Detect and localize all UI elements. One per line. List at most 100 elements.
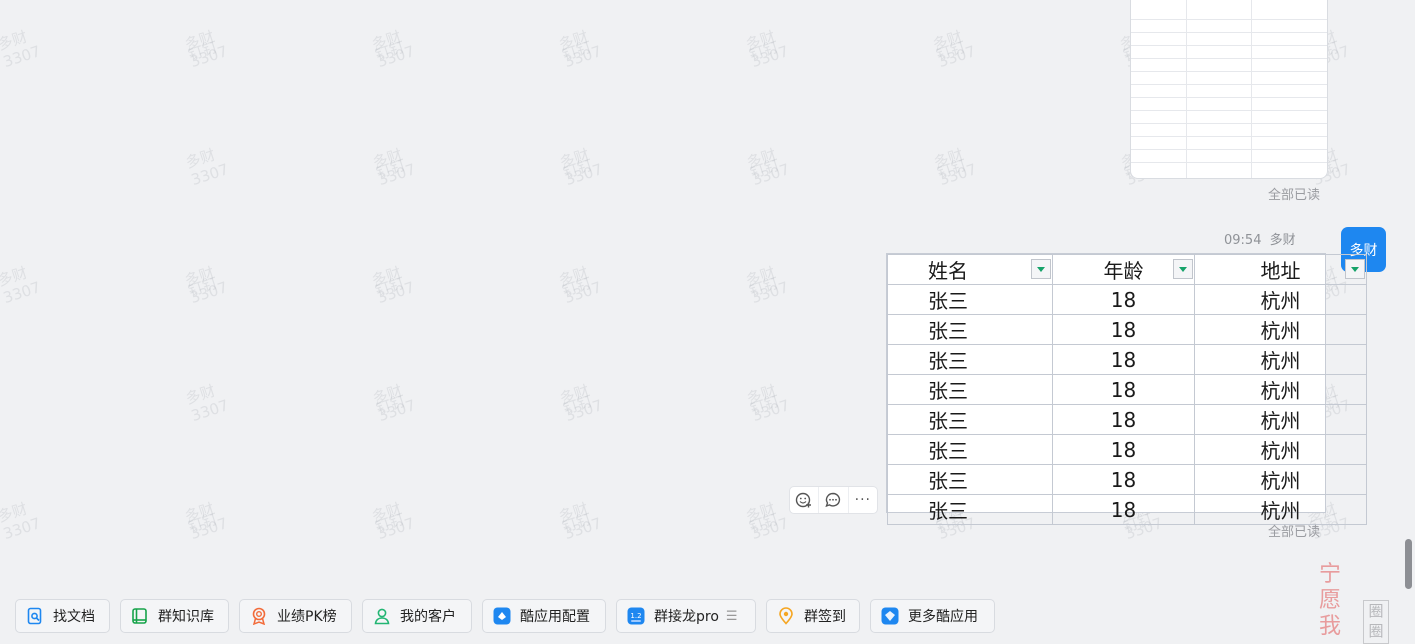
watermark-name-code: 多财 3307 (183, 145, 231, 190)
tool-find-doc-button[interactable]: 找文档 (15, 599, 110, 633)
tool-label: 群签到 (804, 609, 846, 625)
watermark-brand: 钉钉 (746, 37, 782, 65)
table-cell: 张三 (887, 494, 1053, 525)
spreadsheet-message-card[interactable]: 姓名 年龄 地址 张三 18 杭州 张三 18 杭州 张三 18 杭州 张三 18 杭州 张三 18 杭州张… (886, 253, 1367, 525)
watermark-name-code: 多财 3307 (556, 499, 604, 544)
sheet-grid-line (1131, 58, 1327, 59)
sheet-grid-line (1186, 0, 1187, 178)
watermark-name-code: 多财 3307 (183, 381, 231, 426)
table-row: 张三 18 杭州 (887, 494, 1367, 525)
watermark-brand: 钉钉 (372, 37, 408, 65)
watermark-name-code: 多财 3307 (0, 27, 43, 72)
watermark-brand: 钉钉 (933, 37, 969, 65)
tool-app-config-button[interactable]: 酷应用配置 (482, 599, 606, 633)
sheet-grid-line (1131, 97, 1327, 98)
table-cell: 杭州 (1194, 284, 1367, 315)
watermark-name-code: 多财 3307 (931, 145, 979, 190)
table-row: 张三 18 杭州 (887, 344, 1367, 375)
watermark-brand: 钉钉 (559, 273, 595, 301)
table-cell: 18 (1052, 314, 1195, 345)
table-row: 张三 18 杭州 (887, 404, 1367, 435)
message-sender: 多财 (1269, 233, 1296, 248)
filter-dropdown-icon[interactable] (1031, 259, 1051, 279)
doc-search-icon (26, 607, 44, 625)
watermark-name-code: 多财 3307 (182, 499, 230, 544)
message-meta: 09:54 多财 (1220, 229, 1296, 248)
sheet-grid-line (1131, 162, 1327, 163)
emoji-reaction-button[interactable] (790, 487, 820, 513)
table-cell: 18 (1052, 374, 1195, 405)
watermark-name-code: 多财 3307 (744, 145, 792, 190)
watermark-name-code: 多财 3307 (744, 381, 792, 426)
tool-more-apps-button[interactable]: 更多酷应用 (870, 599, 995, 633)
header-label: 地址 (1260, 259, 1301, 283)
chat-scrollbar-thumb[interactable] (1405, 539, 1412, 589)
sheet-grid-line (1131, 19, 1327, 20)
watermark-brand: 钉钉 (372, 273, 408, 301)
table-row: 张三 18 杭州 (887, 314, 1367, 345)
tool-my-customers-button[interactable]: 我的客户 (362, 599, 472, 633)
table-cell: 张三 (887, 344, 1053, 375)
header-label: 年龄 (1103, 259, 1144, 283)
table-cell: 杭州 (1194, 434, 1367, 465)
sheet-grid-line (1131, 110, 1327, 111)
watermark-name-code: 多财 3307 (370, 145, 418, 190)
watermark-brand: 钉钉 (747, 155, 783, 183)
tool-label: 酷应用配置 (520, 609, 590, 625)
table-cell: 18 (1052, 494, 1195, 525)
tool-knowledge-base-button[interactable]: 群知识库 (120, 599, 229, 633)
chain-icon: 1.2 (627, 607, 645, 625)
table-row: 张三 18 杭州 (887, 464, 1367, 495)
table-cell: 杭州 (1194, 314, 1367, 345)
filter-dropdown-icon[interactable] (1173, 259, 1193, 279)
read-status-current: 全部已读 (1268, 525, 1321, 540)
tool-check-in-button[interactable]: 群签到 (766, 599, 860, 633)
table-cell: 18 (1052, 284, 1195, 315)
watermark-brand: 钉钉 (934, 155, 970, 183)
tool-label: 我的客户 (400, 609, 456, 625)
table-cell: 杭州 (1194, 494, 1367, 525)
tool-pk-board-button[interactable]: 业绩PK榜 (239, 599, 352, 633)
watermark-name-code: 多财 3307 (369, 27, 417, 72)
svg-text:1.2: 1.2 (630, 612, 641, 620)
table-cell: 张三 (887, 314, 1053, 345)
table-row: 张三 18 杭州 (887, 284, 1367, 315)
table-cell: 张三 (887, 284, 1053, 315)
watermark-brand: 钉钉 (747, 391, 783, 419)
watermark-brand: 钉钉 (185, 509, 221, 537)
tool-label: 群接龙pro (654, 609, 719, 625)
watermark-name-code: 多财 3307 (743, 499, 791, 544)
watermark-name-code: 多财 3307 (743, 27, 791, 72)
watermark-brand: 钉钉 (559, 509, 595, 537)
watermark-name-code: 多财 3307 (182, 27, 230, 72)
comment-button[interactable] (819, 487, 849, 513)
watermark-name-code: 多财 3307 (557, 145, 605, 190)
tool-chain-pro-button[interactable]: 1.2 群接龙pro ☰ (616, 599, 756, 633)
watermark-brand: 钉钉 (560, 155, 596, 183)
medal-icon (250, 607, 268, 625)
sheet-grid-line (1131, 149, 1327, 150)
watermark-name-code: 多财 3307 (370, 381, 418, 426)
tool-label: 业绩PK榜 (277, 609, 337, 625)
sheet-grid-line (1251, 0, 1252, 178)
menu-lines-icon: ☰ (725, 608, 738, 624)
watermark-brand: 钉钉 (746, 509, 782, 537)
more-button[interactable]: ··· (849, 487, 877, 513)
watermark-name-code: 多财 3307 (930, 27, 978, 72)
comment-icon (825, 492, 841, 508)
watermark-brand: 钉钉 (373, 155, 409, 183)
sheet-grid-line (1131, 45, 1327, 46)
watermark-name-code: 多财 3307 (556, 263, 604, 308)
table-cell: 18 (1052, 404, 1195, 435)
filter-dropdown-icon[interactable] (1345, 259, 1365, 279)
header-label: 姓名 (928, 259, 968, 283)
sheet-grid-line (1131, 84, 1327, 85)
watermark-name-code: 多财 3307 (556, 27, 604, 72)
table-cell: 18 (1052, 434, 1195, 465)
app-config-icon (493, 607, 511, 625)
table-cell: 杭州 (1194, 404, 1367, 435)
watermark-brand: 钉钉 (559, 37, 595, 65)
watermark-brand: 钉钉 (373, 391, 409, 419)
table-cell: 杭州 (1194, 374, 1367, 405)
previous-sheet-preview[interactable] (1130, 0, 1328, 179)
